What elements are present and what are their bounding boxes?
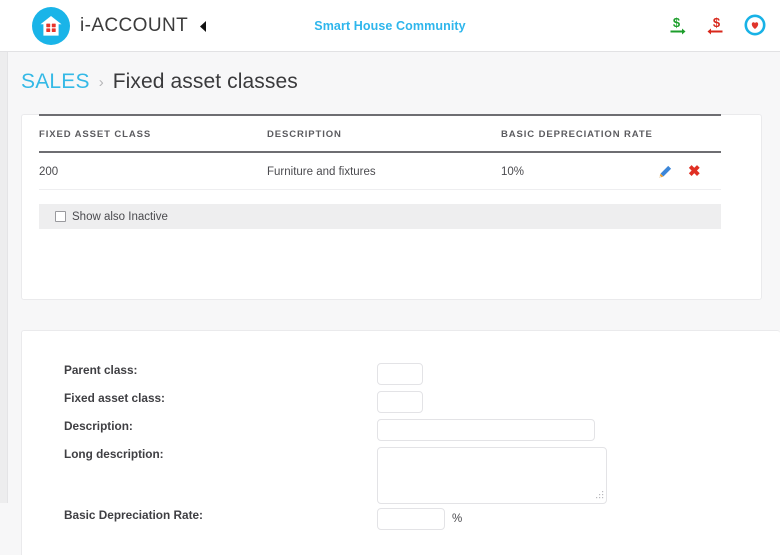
column-header-fixed-asset-class: FIXED ASSET CLASS — [39, 114, 267, 153]
column-header-description: DESCRIPTION — [267, 114, 501, 153]
dollar-arrow-left-icon: $ — [707, 15, 723, 35]
fixed-asset-class-input[interactable] — [377, 391, 423, 413]
table-body: 200 Furniture and fixtures 10% ✖ — [39, 152, 721, 190]
show-inactive-checkbox[interactable] — [55, 211, 66, 222]
fixed-asset-class-form: Parent class: Fixed asset class: Descrip… — [21, 330, 780, 555]
percent-suffix-label: % — [452, 513, 463, 525]
fixed-asset-classes-table-wrap: FIXED ASSET CLASS DESCRIPTION BASIC DEPR… — [39, 114, 721, 190]
form-row-parent-class: Parent class: — [21, 363, 780, 391]
control-parent-class — [377, 363, 423, 385]
svg-text:$: $ — [673, 15, 681, 30]
show-inactive-bar: Show also Inactive — [39, 204, 721, 229]
parent-class-input[interactable] — [377, 363, 423, 385]
cell-description: Furniture and fixtures — [267, 152, 501, 190]
form-row-long-description: Long description: — [21, 447, 780, 509]
delete-row-button[interactable]: ✖ — [688, 164, 701, 179]
edit-row-button[interactable] — [657, 164, 672, 179]
breadcrumb-root-link[interactable]: SALES — [21, 70, 90, 94]
table-row[interactable]: 200 Furniture and fixtures 10% ✖ — [39, 152, 721, 190]
label-fixed-asset-class: Fixed asset class: — [64, 391, 165, 405]
svg-text:$: $ — [713, 15, 721, 30]
fixed-asset-classes-table: FIXED ASSET CLASS DESCRIPTION BASIC DEPR… — [39, 114, 721, 190]
breadcrumb: SALES › Fixed asset classes — [21, 70, 298, 94]
circle-heart-icon — [744, 14, 766, 36]
dollar-arrow-right-icon: $ — [670, 15, 686, 35]
column-header-basic-depreciation-rate: BASIC DEPRECIATION RATE — [501, 114, 653, 153]
top-bar: i-ACCOUNT Smart House Community $ $ — [0, 0, 780, 52]
show-inactive-label[interactable]: Show also Inactive — [72, 211, 168, 223]
cell-fixed-asset-class: 200 — [39, 152, 267, 190]
control-fixed-asset-class — [377, 391, 423, 413]
page-content: SALES › Fixed asset classes FIXED ASSET … — [9, 52, 780, 555]
long-description-wrap — [377, 447, 607, 504]
money-out-icon[interactable]: $ — [705, 13, 727, 37]
control-long-description — [377, 447, 607, 504]
table-head: FIXED ASSET CLASS DESCRIPTION BASIC DEPR… — [39, 114, 721, 153]
form-row-basic-depreciation-rate: Basic Depreciation Rate: % — [21, 508, 780, 536]
row-action-group: ✖ — [653, 164, 721, 179]
form-row-fixed-asset-class: Fixed asset class: — [21, 391, 780, 419]
label-long-description: Long description: — [64, 447, 164, 461]
form-row-description: Description: — [21, 419, 780, 447]
collapsed-sidebar-rail — [0, 52, 8, 503]
label-parent-class: Parent class: — [64, 363, 138, 377]
pencil-icon — [658, 165, 671, 178]
community-title: Smart House Community — [314, 19, 466, 33]
cell-basic-depreciation-rate: 10% — [501, 152, 653, 190]
table-header-row: FIXED ASSET CLASS DESCRIPTION BASIC DEPR… — [39, 114, 721, 153]
cell-actions: ✖ — [653, 152, 721, 190]
control-description — [377, 419, 595, 441]
money-in-icon[interactable]: $ — [666, 13, 688, 37]
column-header-actions — [653, 114, 721, 153]
long-description-textarea[interactable] — [377, 447, 607, 504]
page-title: Fixed asset classes — [112, 70, 298, 93]
label-basic-depreciation-rate: Basic Depreciation Rate: — [64, 508, 203, 522]
basic-depreciation-rate-input[interactable] — [377, 508, 445, 530]
breadcrumb-separator-icon: › — [98, 74, 104, 91]
topbar-icon-group: $ $ — [666, 13, 766, 37]
description-input[interactable] — [377, 419, 595, 441]
label-description: Description: — [64, 419, 133, 433]
favorites-icon[interactable] — [744, 13, 766, 37]
control-basic-depreciation-rate: % — [377, 508, 462, 530]
